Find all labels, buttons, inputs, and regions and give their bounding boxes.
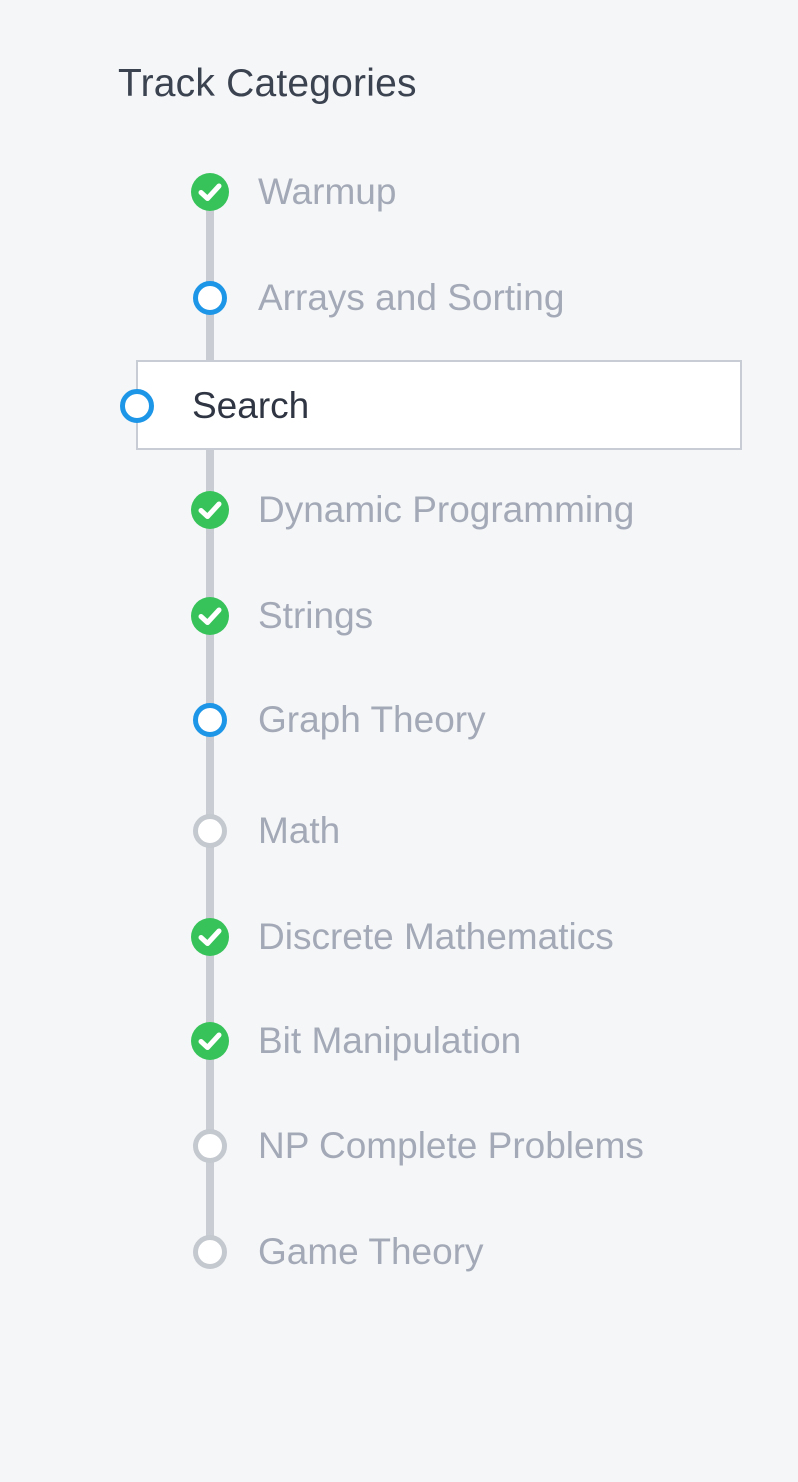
check-circle-icon <box>191 597 229 635</box>
category-label: Strings <box>258 595 374 636</box>
ring-icon <box>193 1235 227 1269</box>
track-categories-heading: Track Categories <box>118 62 417 105</box>
category-label: Warmup <box>258 171 397 212</box>
category-item-discrete-mathematics[interactable]: Discrete Mathematics <box>0 907 798 967</box>
category-item-graph-theory[interactable]: Graph Theory <box>0 690 798 750</box>
category-item-arrays-and-sorting[interactable]: Arrays and Sorting <box>0 268 798 328</box>
category-label: Discrete Mathematics <box>258 916 614 957</box>
category-label: NP Complete Problems <box>258 1125 644 1166</box>
ring-icon <box>193 1129 227 1163</box>
category-label: Arrays and Sorting <box>258 277 565 318</box>
category-item-strings[interactable]: Strings <box>0 586 798 646</box>
category-item-search[interactable]: Search <box>0 360 798 450</box>
category-label: Math <box>258 810 341 851</box>
category-item-game-theory[interactable]: Game Theory <box>0 1222 798 1282</box>
category-item-np-complete-problems[interactable]: NP Complete Problems <box>0 1116 798 1176</box>
check-circle-icon <box>191 918 229 956</box>
check-circle-icon <box>191 491 229 529</box>
ring-icon <box>120 389 154 423</box>
ring-icon <box>193 703 227 737</box>
category-item-dynamic-programming[interactable]: Dynamic Programming <box>0 480 798 540</box>
category-label: Graph Theory <box>258 699 486 740</box>
category-label: Search <box>192 385 310 426</box>
category-label: Bit Manipulation <box>258 1020 522 1061</box>
category-item-warmup[interactable]: Warmup <box>0 162 798 222</box>
category-label: Game Theory <box>258 1231 484 1272</box>
category-item-math[interactable]: Math <box>0 801 798 861</box>
check-circle-icon <box>191 1022 229 1060</box>
ring-icon <box>193 281 227 315</box>
category-item-bit-manipulation[interactable]: Bit Manipulation <box>0 1011 798 1071</box>
ring-icon <box>193 814 227 848</box>
check-circle-icon <box>191 173 229 211</box>
category-label: Dynamic Programming <box>258 489 635 530</box>
